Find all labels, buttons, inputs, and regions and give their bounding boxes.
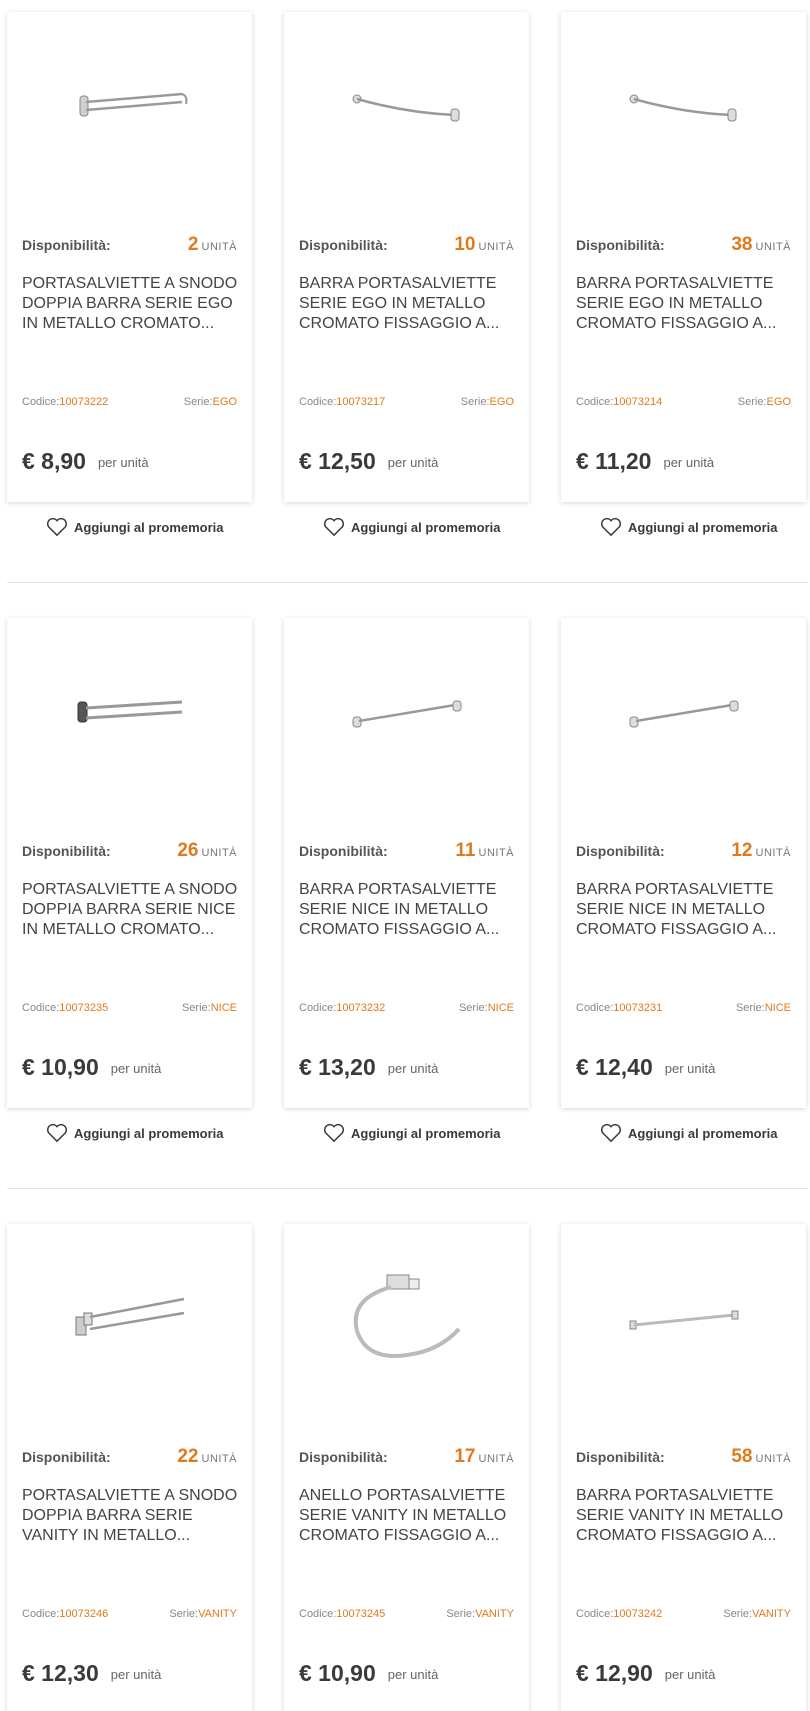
product-price: € 10,90 per unità xyxy=(22,1054,162,1080)
add-to-wishlist-button[interactable]: Aggiungi al promemoria xyxy=(46,1123,224,1143)
product-price: € 12,90 per unità xyxy=(576,1660,716,1686)
product-series[interactable]: Serie:NICE xyxy=(736,1002,791,1014)
product-price: € 12,50 per unità xyxy=(299,448,439,474)
product-series[interactable]: Serie:NICE xyxy=(182,1002,237,1014)
product-title[interactable]: BARRA PORTASALVIETTE SERIE NICE IN METAL… xyxy=(576,880,798,940)
towel-bar-image[interactable] xyxy=(561,12,806,202)
heart-icon xyxy=(601,1123,621,1143)
double-swivel-towel-bar-image[interactable] xyxy=(7,1224,252,1414)
product-price: € 12,30 per unità xyxy=(22,1660,162,1686)
product-title[interactable]: BARRA PORTASALVIETTE SERIE VANITY IN MET… xyxy=(576,1486,798,1546)
availability-label: Disponibilità: xyxy=(299,1449,388,1465)
product-title[interactable]: PORTASALVIETTE A SNODO DOPPIA BARRA SERI… xyxy=(22,1486,244,1546)
product-series[interactable]: Serie:EGO xyxy=(738,396,791,408)
availability-label: Disponibilità: xyxy=(576,843,665,859)
availability-label: Disponibilità: xyxy=(22,843,111,859)
product-code: Codice:10073235 xyxy=(22,1002,109,1014)
add-to-wishlist-button[interactable]: Aggiungi al promemoria xyxy=(323,1123,501,1143)
availability-label: Disponibilità: xyxy=(299,843,388,859)
heart-icon xyxy=(601,517,621,537)
product-price: € 8,90 per unità xyxy=(22,448,149,474)
product-card[interactable]: Disponibilità: 17 UNITÀ ANELLO PORTASALVI… xyxy=(284,1224,529,1711)
towel-bar-image[interactable] xyxy=(284,12,529,202)
availability-label: Disponibilità: xyxy=(576,1449,665,1465)
heart-icon xyxy=(47,1123,67,1143)
heart-icon xyxy=(47,517,67,537)
product-code: Codice:10073231 xyxy=(576,1002,663,1014)
towel-bar-image[interactable] xyxy=(284,618,529,808)
product-series[interactable]: Serie:EGO xyxy=(461,396,514,408)
availability-qty: 2 UNITÀ xyxy=(187,234,237,255)
product-title[interactable]: BARRA PORTASALVIETTE SERIE NICE IN METAL… xyxy=(299,880,521,940)
row-divider xyxy=(7,582,808,583)
availability-label: Disponibilità: xyxy=(576,237,665,253)
availability-qty: 17 UNITÀ xyxy=(454,1446,514,1467)
availability-label: Disponibilità: xyxy=(22,1449,111,1465)
product-title[interactable]: PORTASALVIETTE A SNODO DOPPIA BARRA SERI… xyxy=(22,880,244,940)
product-title[interactable]: ANELLO PORTASALVIETTE SERIE VANITY IN ME… xyxy=(299,1486,521,1546)
add-to-wishlist-button[interactable]: Aggiungi al promemoria xyxy=(323,517,501,537)
product-card[interactable]: Disponibilità: 58 UNITÀ BARRA PORTASALVIE… xyxy=(561,1224,806,1711)
product-code: Codice:10073245 xyxy=(299,1608,386,1620)
heart-icon xyxy=(324,517,344,537)
product-card[interactable]: Disponibilità: 11 UNITÀ BARRA PORTASALVIE… xyxy=(284,618,529,1108)
product-price: € 12,40 per unità xyxy=(576,1054,716,1080)
product-series[interactable]: Serie:VANITY xyxy=(446,1608,514,1620)
towel-ring-image[interactable] xyxy=(284,1224,529,1414)
double-swivel-towel-bar-image[interactable] xyxy=(7,618,252,808)
product-title[interactable]: PORTASALVIETTE A SNODO DOPPIA BARRA SERI… xyxy=(22,274,244,334)
product-code: Codice:10073242 xyxy=(576,1608,663,1620)
product-title[interactable]: BARRA PORTASALVIETTE SERIE EGO IN METALL… xyxy=(299,274,521,334)
product-code: Codice:10073214 xyxy=(576,396,663,408)
availability-qty: 10 UNITÀ xyxy=(454,234,514,255)
availability-label: Disponibilità: xyxy=(22,237,111,253)
product-code: Codice:10073232 xyxy=(299,1002,386,1014)
row-divider xyxy=(7,1188,808,1189)
availability-qty: 58 UNITÀ xyxy=(731,1446,791,1467)
towel-bar-image[interactable] xyxy=(561,618,806,808)
add-to-wishlist-button[interactable]: Aggiungi al promemoria xyxy=(600,517,778,537)
product-series[interactable]: Serie:EGO xyxy=(184,396,237,408)
availability-label: Disponibilità: xyxy=(299,237,388,253)
heart-icon xyxy=(324,1123,344,1143)
product-card[interactable]: Disponibilità: 2 UNITÀ PORTASALVIETTE A S… xyxy=(7,12,252,502)
availability-qty: 11 UNITÀ xyxy=(455,840,514,861)
towel-bar-image[interactable] xyxy=(561,1224,806,1414)
product-code: Codice:10073217 xyxy=(299,396,386,408)
product-price: € 11,20 per unità xyxy=(576,448,715,474)
add-to-wishlist-button[interactable]: Aggiungi al promemoria xyxy=(600,1123,778,1143)
product-card[interactable]: Disponibilità: 26 UNITÀ PORTASALVIETTE A … xyxy=(7,618,252,1108)
product-series[interactable]: Serie:VANITY xyxy=(723,1608,791,1620)
product-series[interactable]: Serie:NICE xyxy=(459,1002,514,1014)
product-title[interactable]: BARRA PORTASALVIETTE SERIE EGO IN METALL… xyxy=(576,274,798,334)
add-to-wishlist-button[interactable]: Aggiungi al promemoria xyxy=(46,517,224,537)
availability-qty: 38 UNITÀ xyxy=(731,234,791,255)
product-price: € 10,90 per unità xyxy=(299,1660,439,1686)
product-series[interactable]: Serie:VANITY xyxy=(169,1608,237,1620)
product-card[interactable]: Disponibilità: 22 UNITÀ PORTASALVIETTE A … xyxy=(7,1224,252,1711)
product-code: Codice:10073222 xyxy=(22,396,109,408)
product-card[interactable]: Disponibilità: 38 UNITÀ BARRA PORTASALVIE… xyxy=(561,12,806,502)
product-card[interactable]: Disponibilità: 10 UNITÀ BARRA PORTASALVIE… xyxy=(284,12,529,502)
product-card[interactable]: Disponibilità: 12 UNITÀ BARRA PORTASALVIE… xyxy=(561,618,806,1108)
availability-qty: 12 UNITÀ xyxy=(731,840,791,861)
availability-qty: 22 UNITÀ xyxy=(177,1446,237,1467)
availability-qty: 26 UNITÀ xyxy=(177,840,237,861)
double-swivel-towel-bar-image[interactable] xyxy=(7,12,252,202)
product-code: Codice:10073246 xyxy=(22,1608,109,1620)
product-price: € 13,20 per unità xyxy=(299,1054,439,1080)
